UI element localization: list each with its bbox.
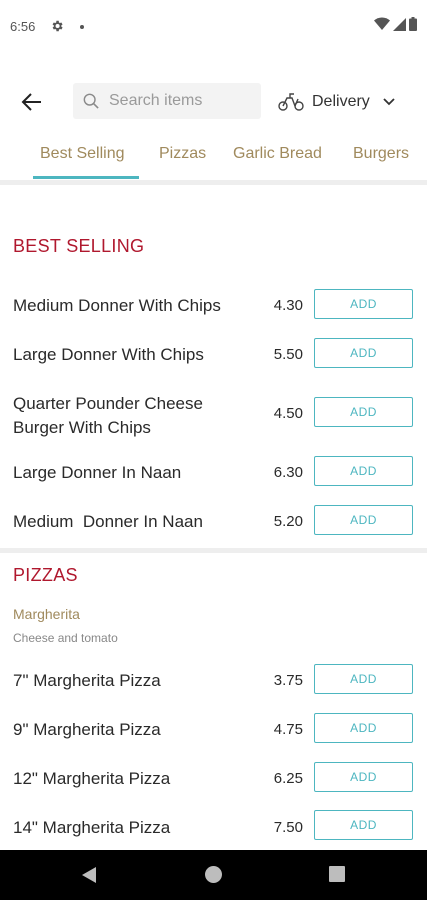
- item-price: 3.75: [273, 672, 303, 689]
- add-button[interactable]: ADD: [314, 713, 413, 743]
- add-button[interactable]: ADD: [314, 664, 413, 694]
- nav-home-icon[interactable]: [205, 866, 222, 883]
- item-price: 4.50: [273, 405, 303, 422]
- item-price: 6.30: [273, 464, 303, 481]
- wifi-icon: [374, 17, 390, 30]
- add-button[interactable]: ADD: [314, 338, 413, 368]
- signal-icon: [393, 18, 406, 31]
- add-button[interactable]: ADD: [314, 289, 413, 319]
- arrow-back-icon: [21, 93, 41, 111]
- tab-pizzas[interactable]: Pizzas: [159, 145, 206, 163]
- subcategory-title: Margherita: [13, 606, 80, 622]
- add-button[interactable]: ADD: [314, 397, 413, 427]
- delivery-selector[interactable]: Delivery: [278, 88, 396, 116]
- add-button[interactable]: ADD: [314, 505, 413, 535]
- item-price: 6.25: [273, 770, 303, 787]
- item-name: Quarter Pounder Cheese Burger With Chips: [13, 394, 203, 437]
- nav-back-icon[interactable]: [80, 865, 98, 885]
- system-navigation-bar: [0, 850, 427, 900]
- item-name: 9" Margherita Pizza: [13, 720, 161, 739]
- back-button[interactable]: [18, 88, 46, 116]
- delivery-label: Delivery: [312, 93, 370, 110]
- tab-garlic-bread[interactable]: Garlic Bread: [233, 145, 322, 163]
- item-price: 5.50: [273, 346, 303, 363]
- battery-icon: [409, 17, 417, 31]
- section-title-best-selling: BEST SELLING: [13, 236, 145, 256]
- search-box[interactable]: [73, 83, 261, 119]
- status-bar: 6:56: [0, 0, 427, 56]
- active-tab-indicator: [33, 176, 139, 179]
- divider: [0, 548, 427, 553]
- search-input[interactable]: [107, 91, 261, 111]
- category-tabs: Best Selling Pizzas Garlic Bread Burgers: [0, 136, 427, 180]
- item-name: 12" Margherita Pizza: [13, 769, 171, 788]
- item-price: 4.75: [273, 721, 303, 738]
- notification-dot-icon: [80, 25, 84, 29]
- item-price: 4.30: [273, 297, 303, 314]
- status-icons: [374, 17, 417, 31]
- tab-burgers[interactable]: Burgers: [353, 145, 409, 163]
- item-name: Large Donner In Naan: [13, 463, 182, 482]
- search-icon: [83, 93, 99, 109]
- tab-best-selling[interactable]: Best Selling: [40, 145, 125, 163]
- add-button[interactable]: ADD: [314, 456, 413, 486]
- item-name: Large Donner With Chips: [13, 345, 204, 364]
- item-name: Medium Donner With Chips: [13, 296, 221, 315]
- add-button[interactable]: ADD: [314, 762, 413, 792]
- section-title-pizzas: PIZZAS: [13, 565, 78, 585]
- status-time: 6:56: [10, 19, 36, 34]
- add-button[interactable]: ADD: [314, 810, 413, 840]
- subcategory-description: Cheese and tomato: [13, 631, 118, 645]
- chevron-down-icon: [383, 98, 395, 106]
- settings-gear-icon: [52, 20, 63, 32]
- item-name: 7" Margherita Pizza: [13, 671, 161, 690]
- item-name: Medium Donner In Naan: [13, 512, 203, 531]
- divider: [0, 180, 427, 185]
- item-name: 14" Margherita Pizza: [13, 818, 171, 837]
- item-price: 5.20: [273, 513, 303, 530]
- item-price: 7.50: [273, 819, 303, 836]
- top-toolbar: Delivery: [0, 80, 427, 124]
- nav-recents-icon[interactable]: [329, 866, 345, 882]
- scooter-icon: [278, 93, 304, 111]
